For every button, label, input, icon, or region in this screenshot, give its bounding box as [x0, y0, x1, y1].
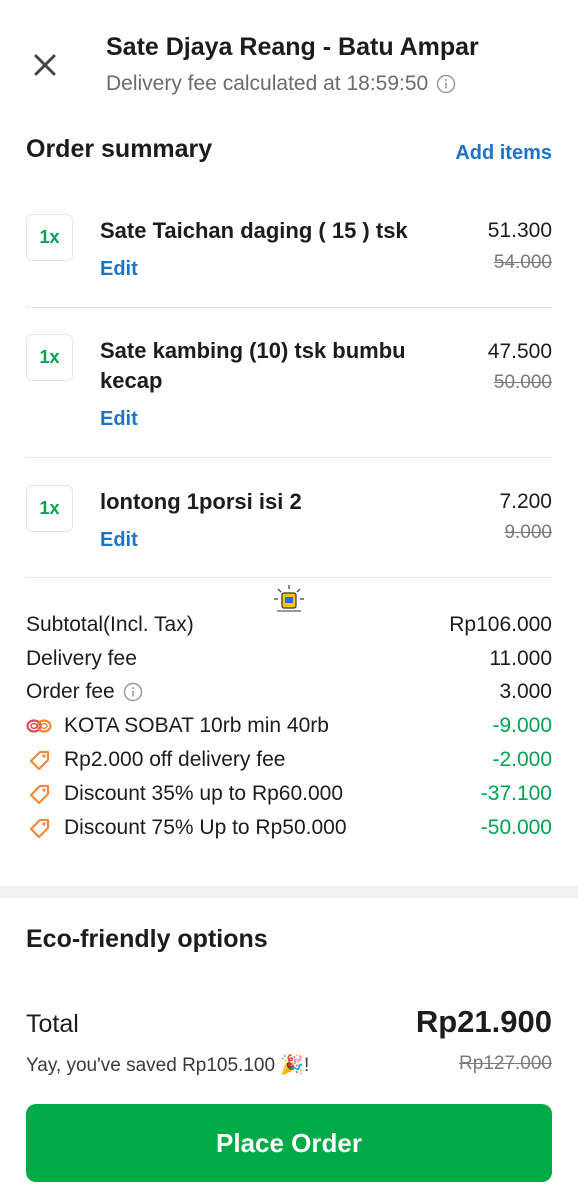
- delivery-fee-subtitle: Delivery fee calculated at 18:59:50: [106, 72, 456, 96]
- item-name: Sate kambing (10) tsk bumbu kecap: [100, 338, 406, 393]
- close-icon[interactable]: [28, 48, 62, 82]
- edit-button[interactable]: Edit: [100, 258, 138, 281]
- fee-label-group: Discount 75% Up to Rp50.000: [26, 816, 347, 840]
- info-icon[interactable]: [436, 74, 456, 94]
- add-items-link[interactable]: Add items: [455, 142, 552, 165]
- fee-label: Order fee: [26, 680, 115, 703]
- savings-text: Yay, you've saved Rp105.100 🎉!: [26, 1055, 310, 1076]
- item-old-price: 50.000: [493, 372, 552, 393]
- delivery-fee-text: Delivery fee calculated at 18:59:50: [106, 72, 429, 95]
- fee-label-group: Order fee: [26, 680, 143, 704]
- header: Sate Djaya Reang - Batu Ampar Delivery f…: [0, 0, 578, 110]
- divider: [26, 457, 552, 458]
- delivery-fee-row: Delivery fee 11.000: [26, 644, 552, 674]
- edit-button[interactable]: Edit: [100, 408, 138, 431]
- tag-icon: [26, 749, 52, 771]
- item-name: lontong 1porsi isi 2: [100, 489, 302, 514]
- fee-label: Discount 35% up to Rp60.000: [64, 782, 344, 805]
- eco-friendly-options[interactable]: Eco-friendly options: [26, 925, 268, 954]
- promo-row: Rp2.000 off delivery fee -2.000: [26, 745, 552, 775]
- tag-icon: [26, 817, 52, 839]
- restaurant-title: Sate Djaya Reang - Batu Ampar: [106, 33, 479, 61]
- subtotal-row: Subtotal(Incl. Tax) Rp106.000: [26, 610, 552, 640]
- divider: [26, 577, 552, 578]
- item-old-price: 54.000: [493, 252, 552, 273]
- fee-label: Subtotal(Incl. Tax): [26, 613, 194, 636]
- fee-label: Rp2.000 off delivery fee: [64, 748, 286, 771]
- info-icon[interactable]: [123, 682, 143, 702]
- total-label: Total: [26, 1010, 79, 1038]
- promo-row: KOTA SOBAT 10rb min 40rb -9.000: [26, 711, 552, 741]
- fee-label-group: Discount 35% up to Rp60.000: [26, 782, 343, 806]
- quantity-badge[interactable]: 1x: [26, 214, 73, 261]
- total-value: Rp21.900: [415, 1004, 552, 1039]
- item-price: 51.300: [487, 219, 552, 242]
- total-old-value: Rp127.000: [459, 1053, 552, 1074]
- quantity-badge[interactable]: 1x: [26, 485, 73, 532]
- fee-label-group: Rp2.000 off delivery fee: [26, 748, 285, 772]
- promo-row: Discount 75% Up to Rp50.000 -50.000: [26, 813, 552, 843]
- fee-value: 11.000: [489, 647, 552, 670]
- item-price: 47.500: [487, 340, 552, 363]
- order-summary-title: Order summary: [26, 135, 213, 163]
- item-old-price: 9.000: [504, 522, 552, 543]
- order-fee-row: Order fee 3.000: [26, 677, 552, 707]
- loop-promo-icon: [26, 715, 52, 737]
- promo-row: Discount 35% up to Rp60.000 -37.100: [26, 779, 552, 809]
- fee-value: -50.000: [480, 816, 552, 839]
- fee-label-group: KOTA SOBAT 10rb min 40rb: [26, 714, 329, 738]
- fee-value: -37.100: [480, 782, 552, 805]
- tag-icon: [26, 783, 52, 805]
- quantity-badge[interactable]: 1x: [26, 334, 73, 381]
- fee-label: Delivery fee: [26, 647, 137, 670]
- fee-label: Discount 75% Up to Rp50.000: [64, 816, 347, 839]
- place-order-button[interactable]: Place Order: [26, 1104, 552, 1182]
- item-price: 7.200: [499, 490, 552, 513]
- fee-value: -9.000: [492, 714, 552, 737]
- edit-button[interactable]: Edit: [100, 529, 138, 552]
- item-name: Sate Taichan daging ( 15 ) tsk: [100, 218, 408, 243]
- fee-value: -2.000: [492, 748, 552, 771]
- fee-value: 3.000: [499, 680, 552, 703]
- divider: [26, 307, 552, 308]
- fee-value: Rp106.000: [449, 613, 552, 636]
- section-divider: [0, 886, 578, 898]
- fee-label: KOTA SOBAT 10rb min 40rb: [64, 714, 329, 737]
